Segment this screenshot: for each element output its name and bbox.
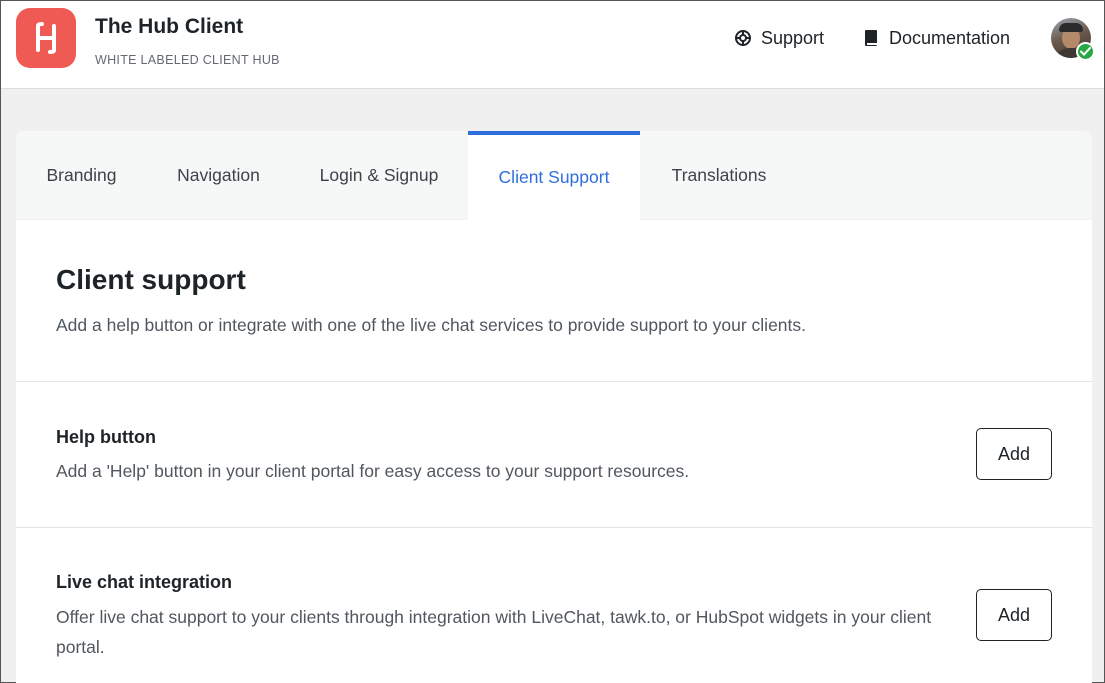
check-icon — [1080, 43, 1091, 61]
app-title: The Hub Client — [95, 15, 244, 38]
live-chat-description: Offer live chat support to your clients … — [56, 607, 932, 657]
support-link[interactable]: Support — [733, 25, 824, 51]
settings-tabs: Branding Navigation Login & Signup Clien… — [16, 131, 1092, 220]
settings-panel: Branding Navigation Login & Signup Clien… — [16, 131, 1092, 683]
app-subtitle: WHITE LABELED CLIENT HUB — [95, 53, 280, 67]
life-ring-icon — [733, 28, 753, 48]
section-title: Client support — [56, 264, 246, 295]
section-description: Add a help button or integrate with one … — [56, 315, 807, 335]
book-icon — [861, 28, 881, 48]
online-status-badge — [1076, 42, 1095, 61]
tab-navigation[interactable]: Navigation — [147, 131, 290, 220]
divider — [16, 381, 1092, 382]
documentation-link[interactable]: Documentation — [861, 25, 1010, 51]
divider — [16, 527, 1092, 528]
support-link-label: Support — [761, 27, 825, 48]
add-help-button[interactable]: Add — [976, 428, 1052, 480]
tab-branding[interactable]: Branding — [16, 131, 147, 220]
tab-client-support[interactable]: Client Support — [468, 131, 640, 220]
help-button-description: Add a 'Help' button in your client porta… — [56, 461, 690, 481]
avatar-hat — [1059, 23, 1083, 32]
tab-login-signup[interactable]: Login & Signup — [290, 131, 468, 220]
top-header: The Hub Client WHITE LABELED CLIENT HUB … — [1, 1, 1104, 89]
live-chat-title: Live chat integration — [56, 572, 233, 592]
help-button-title: Help button — [56, 427, 156, 447]
add-live-chat-button[interactable]: Add — [976, 589, 1052, 641]
documentation-link-label: Documentation — [889, 27, 1011, 48]
tab-translations[interactable]: Translations — [640, 131, 798, 220]
hub-logo-icon[interactable] — [16, 8, 76, 68]
